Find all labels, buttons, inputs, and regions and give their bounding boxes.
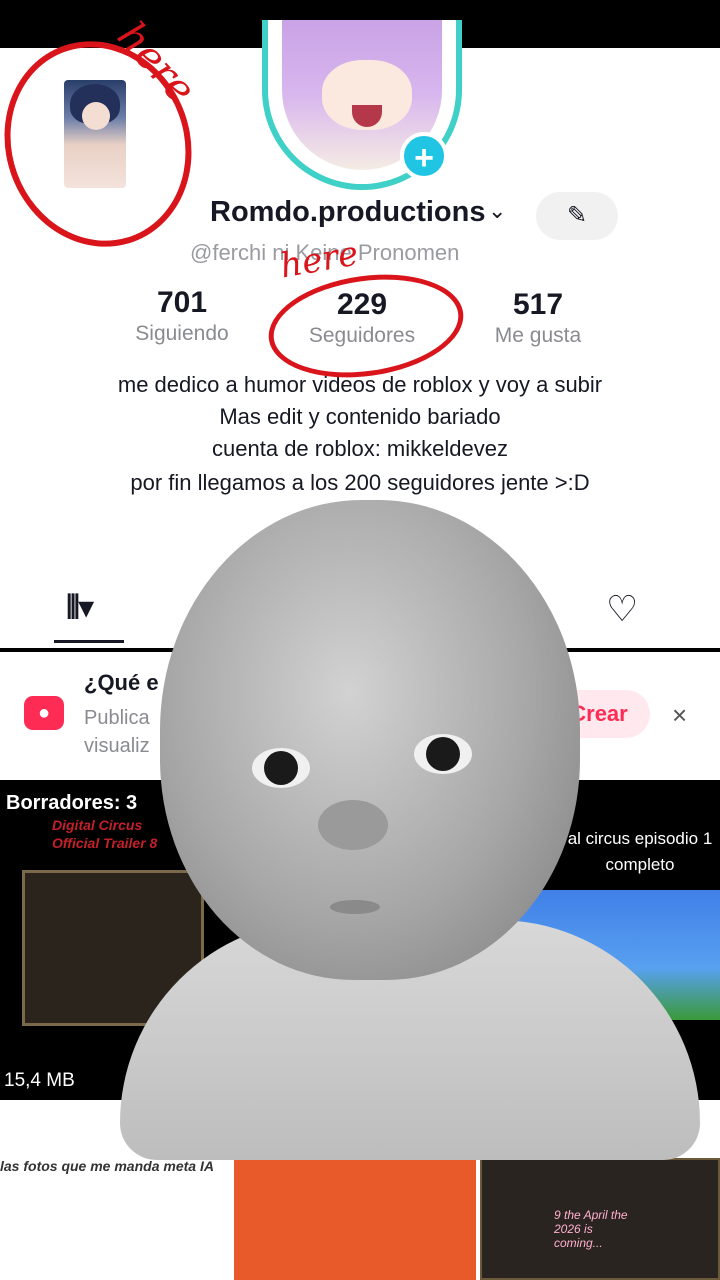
video-caption: 9 the April the 2026 is coming... [554,1208,628,1250]
drafts-label[interactable]: Borradores: 3 [6,792,137,815]
following-count[interactable]: 701 [102,286,262,320]
pencil-icon: ✎ [566,202,588,229]
baby-eye [252,748,310,788]
video-title: al circus episodio 1 completo [567,829,713,874]
profile-username: Romdo.productions [210,196,486,228]
likes-count[interactable]: 517 [458,288,618,322]
baby-mouth [330,900,380,914]
baby-nose [318,800,388,850]
close-icon[interactable]: × [672,700,687,731]
bio-line: Mas edit y contenido bariado [219,404,501,429]
video-thumbnail[interactable] [0,1158,232,1280]
bio-line: cuenta de roblox: mikkeldevez [212,436,508,461]
likes-label[interactable]: Me gusta [448,324,628,348]
bio-line: por fin llegamos a los 200 seguidores je… [130,470,590,495]
add-story-button[interactable]: + [400,132,448,180]
draft-size: 15,4 MB [4,1070,75,1091]
video-thumbnail[interactable] [234,1158,476,1280]
video-caption: las fotos que me manda meta IA [0,1158,214,1174]
following-label[interactable]: Siguiendo [92,322,272,346]
camera-icon: ● [24,696,64,730]
grid-icon[interactable]: ⦀▾ [66,588,94,627]
tab-underline [54,640,124,643]
baby-eye [414,734,472,774]
edit-profile-button[interactable]: ✎ [536,192,618,240]
chevron-down-icon[interactable]: ⌄ [488,198,506,224]
banner-title: ¿Qué e [84,670,159,695]
draft-title: Digital Circus Official Trailer 8 [52,817,158,851]
heart-icon[interactable]: ♡ [606,588,638,630]
